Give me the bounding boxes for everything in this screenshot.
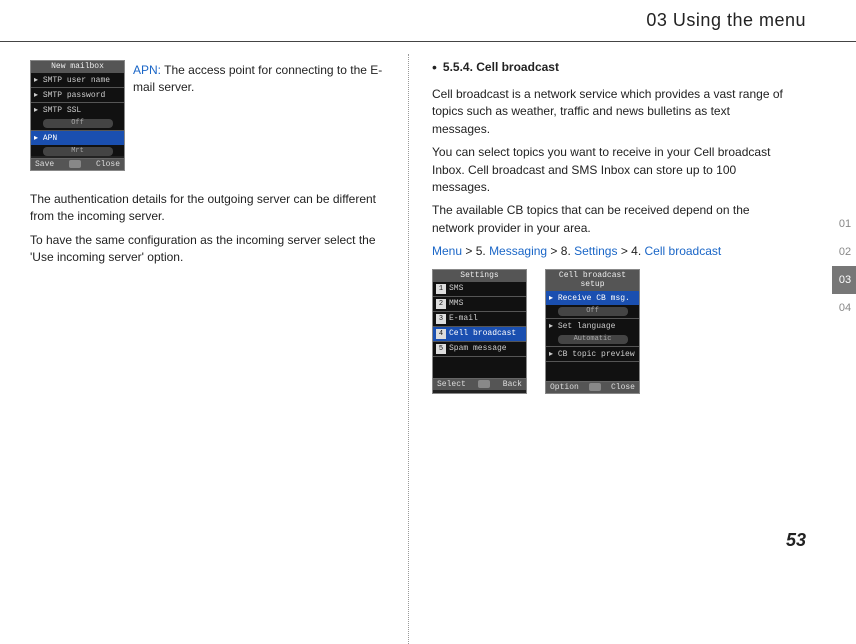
screenshot-settings: Settings 1SMS 2MMS 3E-mail 4Cell broadca… (432, 269, 527, 394)
mini-footer: SaveClose (31, 158, 124, 170)
right-paragraph: You can select topics you want to receiv… (432, 144, 786, 196)
apn-text: APN: The access point for connecting to … (133, 60, 388, 97)
mini-row: ▸ SMTP user name (31, 72, 124, 87)
mini-slider: Off (43, 119, 113, 128)
bullet-icon: • (432, 60, 437, 80)
chapter-title: 03 Using the menu (646, 10, 806, 31)
mini-row-selected: ▸ APN (31, 130, 124, 145)
section-heading: • 5.5.4. Cell broadcast (432, 60, 786, 80)
tab-02[interactable]: 02 (832, 238, 856, 266)
tab-04[interactable]: 04 (832, 294, 856, 322)
right-paragraph: The available CB topics that can be rece… (432, 202, 786, 237)
tab-01[interactable]: 01 (832, 210, 856, 238)
right-paragraph: Cell broadcast is a network service whic… (432, 86, 786, 138)
content-area: New mailbox ▸ SMTP user name ▸ SMTP pass… (0, 42, 856, 404)
left-paragraph: To have the same configuration as the in… (30, 232, 388, 267)
breadcrumb-path: Menu > 5. Messaging > 8. Settings > 4. C… (432, 243, 786, 260)
right-column: • 5.5.4. Cell broadcast Cell broadcast i… (408, 60, 786, 404)
apn-label: APN: (133, 63, 161, 77)
section-title: 5.5.4. Cell broadcast (443, 60, 559, 74)
mini-row: ▸ SMTP password (31, 87, 124, 102)
chapter-tabs: 01 02 03 04 (832, 210, 856, 322)
page-number: 53 (786, 530, 806, 551)
mini-row: ▸ SMTP SSL (31, 102, 124, 117)
tab-03[interactable]: 03 (832, 266, 856, 294)
left-paragraph: The authentication details for the outgo… (30, 191, 388, 226)
left-column: New mailbox ▸ SMTP user name ▸ SMTP pass… (30, 60, 408, 404)
mini-slider: Mrt (43, 147, 113, 156)
screenshot-row: Settings 1SMS 2MMS 3E-mail 4Cell broadca… (432, 269, 786, 404)
apn-block: New mailbox ▸ SMTP user name ▸ SMTP pass… (30, 60, 388, 181)
mini-title: New mailbox (31, 61, 124, 72)
screenshot-cb-setup: Cell broadcast setup ▸ Receive CB msg. O… (545, 269, 640, 394)
page-header: 03 Using the menu (0, 0, 856, 42)
screenshot-new-mailbox: New mailbox ▸ SMTP user name ▸ SMTP pass… (30, 60, 125, 171)
